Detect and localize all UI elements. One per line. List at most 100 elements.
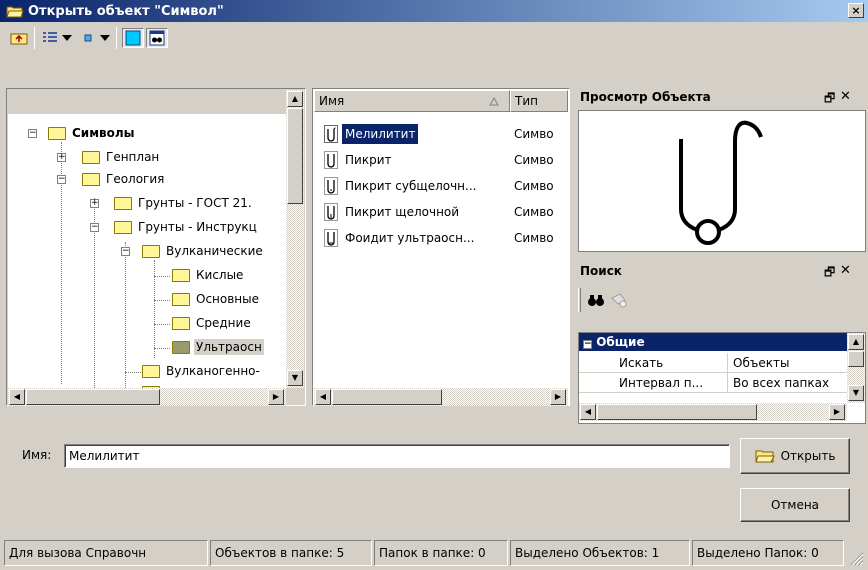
expand-icon[interactable]: + [90,199,99,208]
property-row[interactable]: Искать Объекты [579,353,847,373]
tree-item-basic[interactable]: Основные [8,290,286,310]
status-text: Объектов в папке: 5 [215,546,345,560]
scroll-up-icon[interactable]: ▲ [848,334,864,350]
view-mode-button[interactable] [40,28,60,48]
status-selected-folders: Выделено Папок: 0 [692,540,844,566]
tree-item-volcanogenic[interactable]: Вулканогенно- [8,362,286,382]
scroll-thumb[interactable] [332,389,442,405]
icon-size-dropdown[interactable] [98,28,112,48]
column-header-label: Имя [319,94,345,108]
resize-grip-icon[interactable] [848,550,864,566]
property-vertical-scrollbar[interactable]: ▲ ▼ [847,333,865,403]
scroll-left-icon[interactable]: ◀ [9,389,25,405]
tree-horizontal-scrollbar[interactable]: ◀ ▶ [8,388,286,406]
property-value[interactable]: Объекты [733,356,789,370]
tree-item-label: Геология [106,172,165,186]
close-pane-icon[interactable]: ✕ [840,89,851,104]
preview-pane-title: Просмотр Объекта [580,90,711,104]
scroll-thumb[interactable] [287,108,303,204]
list-item[interactable]: Пикрит субщелочн... Симво [314,174,564,198]
preview-toggle-button[interactable] [122,28,144,48]
cancel-button-label: Отмена [770,498,820,512]
tree-item-label: Грунты - ГОСТ 21. [138,196,252,210]
tree-item-label: Грунты - Инструкц [138,220,257,234]
cancel-button[interactable]: Отмена [740,488,850,522]
list-item-type: Симво [514,153,554,167]
scroll-down-icon[interactable]: ▼ [848,385,864,401]
column-header-name[interactable]: Имя [314,90,510,112]
scroll-left-icon[interactable]: ◀ [580,404,596,420]
list-item-name: Фоидит ультраосн... [345,231,475,245]
name-label: Имя: [22,448,52,462]
open-button[interactable]: Открыть [740,438,850,474]
view-mode-dropdown[interactable] [60,28,74,48]
expand-icon[interactable]: + [57,153,66,162]
list-item[interactable]: Фоидит ультраосн... Симво [314,226,564,250]
grid-divider [727,373,728,393]
tree-header [8,90,286,114]
folder-up-button[interactable] [8,28,30,48]
tree-item-label: Вулканические [166,244,263,258]
collapse-icon[interactable]: − [28,129,37,138]
object-list[interactable]: Мелилитит Симво Пикрит Симво Пикрит субщ… [314,114,568,386]
property-horizontal-scrollbar[interactable]: ◀ ▶ [579,403,847,421]
scroll-thumb[interactable] [597,404,757,420]
tree-item-genplan[interactable]: + Генплан [8,148,286,168]
scroll-left-icon[interactable]: ◀ [315,389,331,405]
preview-toggle-icon [125,30,141,46]
property-value[interactable]: Во всех папках [733,376,847,390]
search-pane-header: Поиск 🗗 ✕ [576,262,866,282]
folder-icon [172,293,190,306]
tree-item-soils-gost[interactable]: + Грунты - ГОСТ 21. [8,194,286,214]
tree-item-intermediate[interactable]: Средние [8,314,286,334]
tree-line [125,372,141,373]
open-folder-icon [6,6,24,18]
tree-item-acidic[interactable]: Кислые [8,266,286,286]
scroll-right-icon[interactable]: ▶ [268,389,284,405]
binoculars-icon[interactable] [586,292,606,308]
scroll-right-icon[interactable]: ▶ [550,389,566,405]
search-toggle-button[interactable] [146,28,168,48]
search-pane-title: Поиск [580,264,622,278]
float-pane-icon[interactable]: 🗗 [824,89,835,110]
tree-item-ultrabasic[interactable]: Ультраосн [8,338,286,358]
close-button[interactable]: × [848,3,864,18]
symbol-preview-canvas [578,110,866,252]
collapse-icon[interactable]: − [583,340,592,349]
tree-item-geology[interactable]: − Геология [8,170,286,190]
tree-item-soils-instr[interactable]: − Грунты - Инструкц [8,218,286,238]
symbol-icon [324,203,338,221]
name-input[interactable] [64,444,730,468]
tree-vertical-scrollbar[interactable]: ▲ ▼ [286,90,304,388]
collapse-icon[interactable]: − [57,175,66,184]
property-category[interactable]: − Общие [579,333,847,351]
symbol-icon [324,229,338,247]
icon-size-button[interactable] [80,28,96,48]
toolbar-separator [116,27,117,49]
folder-icon [82,151,100,164]
list-item[interactable]: Мелилитит Симво [314,122,564,146]
tree-item-volcanic[interactable]: − Вулканические [8,242,286,262]
dropdown-arrow-icon [62,35,72,41]
scroll-thumb[interactable] [848,351,864,367]
list-item[interactable]: Пикрит Симво [314,148,564,172]
scroll-thumb[interactable] [26,389,160,405]
flashlight-icon[interactable] [610,292,628,308]
tree-item-symbols[interactable]: − Символы [8,124,286,144]
scroll-down-icon[interactable]: ▼ [287,370,303,386]
column-header-type[interactable]: Тип [510,90,568,112]
tree-line [154,276,170,277]
close-pane-icon[interactable]: ✕ [840,263,851,278]
scroll-up-icon[interactable]: ▲ [287,91,303,107]
folder-icon [172,269,190,282]
folder-tree[interactable]: − Символы + Генплан − Геология + Грунты … [8,114,286,388]
folder-icon [114,197,132,210]
property-row[interactable]: Интервал п... Во всех папках [579,373,847,393]
symbol-icon [324,125,338,143]
collapse-icon[interactable]: − [121,247,130,256]
collapse-icon[interactable]: − [90,223,99,232]
list-horizontal-scrollbar[interactable]: ◀ ▶ [314,388,568,406]
list-item[interactable]: Пикрит щелочной Симво [314,200,564,224]
scroll-right-icon[interactable]: ▶ [829,404,845,420]
float-pane-icon[interactable]: 🗗 [824,263,835,284]
